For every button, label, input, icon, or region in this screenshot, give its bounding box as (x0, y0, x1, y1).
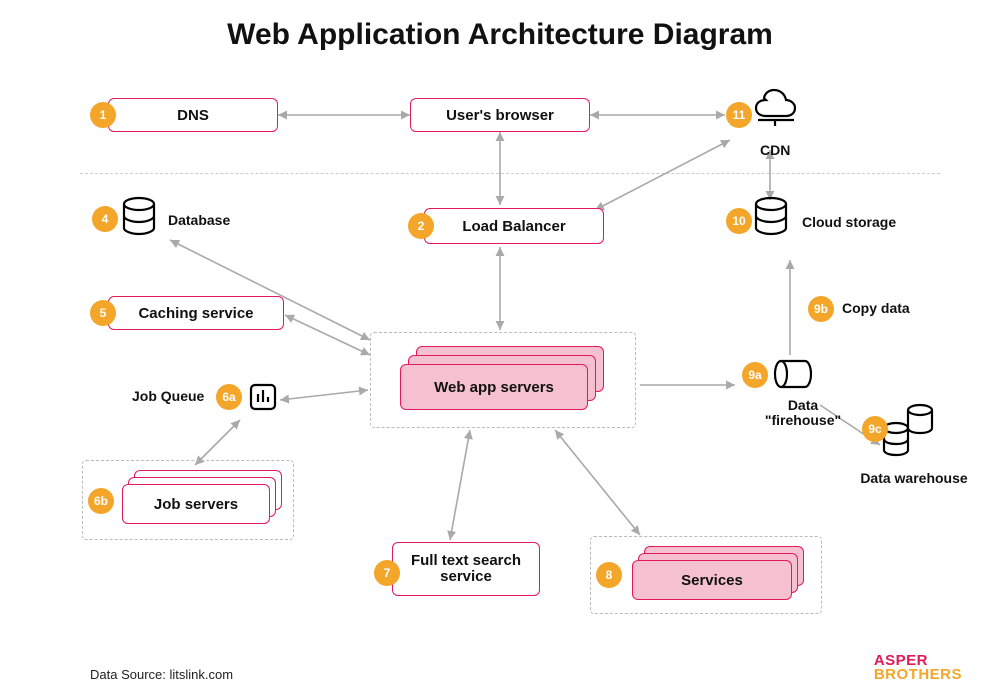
badge-5-num: 5 (100, 306, 107, 320)
node-services: Services (632, 546, 812, 604)
badge-6a: 6a (216, 384, 242, 410)
cylinder-side-icon (772, 356, 814, 392)
badge-7: 7 (374, 560, 400, 586)
badge-4: 4 (92, 206, 118, 232)
node-web-servers-label: Web app servers (434, 379, 554, 396)
node-services-label: Services (681, 572, 743, 589)
badge-9b: 9b (808, 296, 834, 322)
badge-9a: 9a (742, 362, 768, 388)
node-dns-label: DNS (177, 107, 209, 124)
label-job-queue: Job Queue (132, 388, 204, 404)
badge-11-num: 11 (733, 108, 746, 122)
node-caching-label: Caching service (138, 305, 253, 322)
badge-6b: 6b (88, 488, 114, 514)
label-dwh: Data warehouse (854, 470, 974, 486)
badge-7-num: 7 (384, 566, 391, 580)
node-load-balancer: Load Balancer (424, 208, 604, 244)
badge-9a-num: 9a (748, 368, 761, 382)
queue-icon (248, 382, 278, 412)
badge-1: 1 (90, 102, 116, 128)
node-browser: User's browser (410, 98, 590, 132)
badge-9c-num: 9c (868, 422, 881, 436)
node-load-balancer-label: Load Balancer (462, 218, 565, 235)
badge-5: 5 (90, 300, 116, 326)
badge-8: 8 (596, 562, 622, 588)
diagram-canvas: Web Application Architecture Diagram (0, 0, 1000, 700)
label-copy-data: Copy data (842, 300, 910, 316)
node-fulltext-label: Full text search service (399, 553, 533, 586)
badge-6b-num: 6b (94, 494, 108, 508)
database-icon (120, 196, 158, 240)
badge-2-num: 2 (418, 219, 425, 233)
label-cloud-storage: Cloud storage (802, 214, 896, 230)
badge-11: 11 (726, 102, 752, 128)
node-fulltext: Full text search service (392, 542, 540, 596)
badge-10: 10 (726, 208, 752, 234)
cloud-storage-icon (752, 196, 790, 240)
badge-8-num: 8 (606, 568, 613, 582)
node-job-servers: Job servers (122, 470, 282, 526)
node-job-servers-label: Job servers (154, 496, 238, 513)
cloud-cdn-icon (748, 80, 802, 128)
badge-4-num: 4 (102, 212, 109, 226)
label-database: Database (168, 212, 230, 228)
label-firehouse: Data "firehouse" (758, 398, 848, 429)
badge-9c: 9c (862, 416, 888, 442)
node-caching: Caching service (108, 296, 284, 330)
badge-9b-num: 9b (814, 302, 828, 316)
node-web-servers: Web app servers (400, 346, 610, 416)
node-browser-label: User's browser (446, 107, 554, 124)
badge-2: 2 (408, 213, 434, 239)
node-dns: DNS (108, 98, 278, 132)
label-cdn: CDN (760, 142, 790, 158)
badge-1-num: 1 (100, 108, 107, 122)
badge-10-num: 10 (732, 214, 745, 228)
badge-6a-num: 6a (222, 390, 235, 404)
